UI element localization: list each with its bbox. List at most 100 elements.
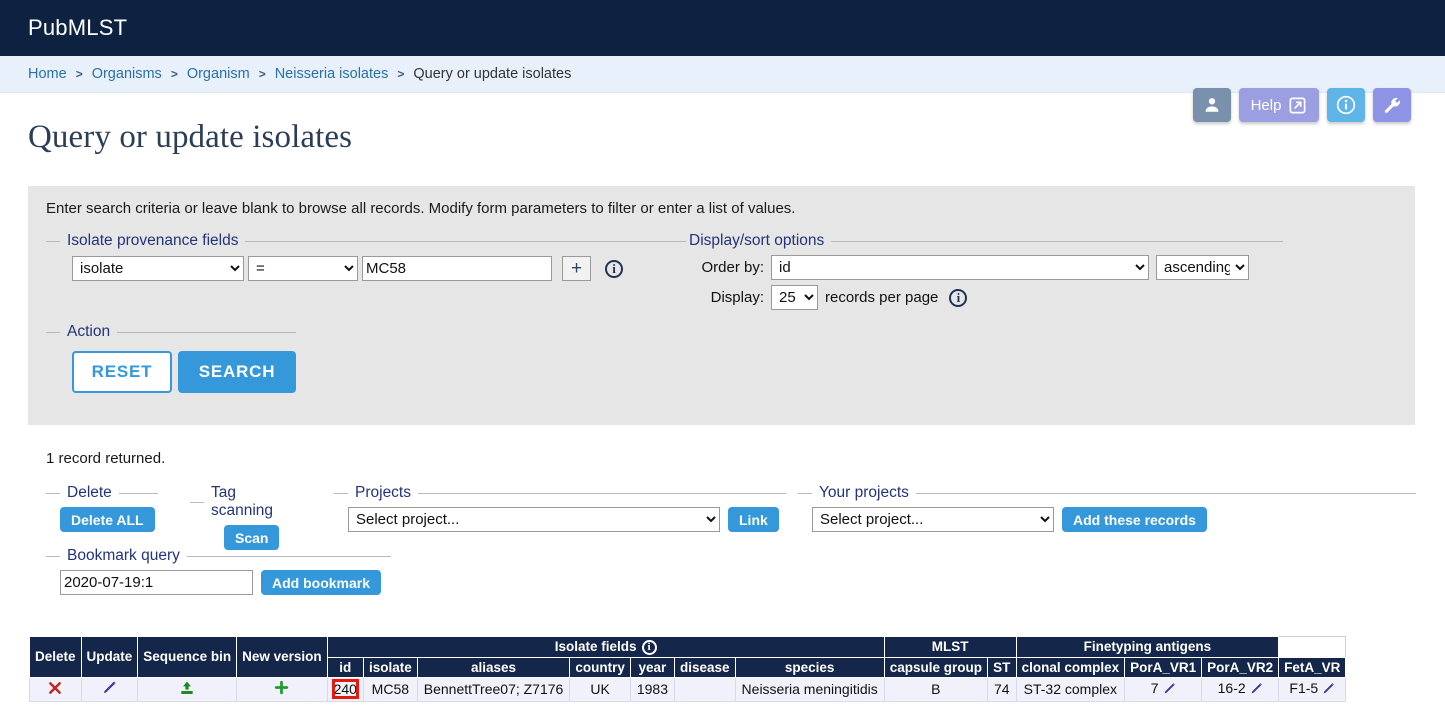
search-button[interactable]: SEARCH bbox=[178, 351, 296, 393]
your-projects-fieldset: Your projects Select project... Add thes… bbox=[798, 484, 1416, 532]
col-clonal-complex[interactable]: clonal complex bbox=[1015, 656, 1126, 678]
provenance-value-input[interactable] bbox=[362, 256, 552, 281]
breadcrumb-item-organisms[interactable]: Organisms bbox=[92, 66, 162, 82]
add-bookmark-button[interactable]: Add bookmark bbox=[261, 570, 382, 595]
site-brand[interactable]: PubMLST bbox=[28, 15, 127, 41]
provenance-field-select[interactable]: isolate bbox=[72, 256, 244, 281]
provenance-info-icon[interactable]: i bbox=[605, 259, 623, 278]
pencil-icon[interactable] bbox=[102, 681, 117, 698]
col-year[interactable]: year bbox=[629, 656, 676, 678]
red-cross-icon[interactable] bbox=[48, 682, 62, 698]
breadcrumb-item-neisseria-isolates[interactable]: Neisseria isolates bbox=[275, 66, 389, 82]
your-projects-row: Select project... Add these records bbox=[798, 502, 1416, 532]
user-account-button[interactable] bbox=[1193, 88, 1231, 122]
cell-id[interactable]: 240 bbox=[326, 676, 364, 702]
table-group-header-row: Delete Update Sequence bin New version I… bbox=[29, 636, 1346, 678]
records-returned-status: 1 record returned. bbox=[46, 450, 166, 467]
feta-vr-value: F1-5 bbox=[1289, 680, 1319, 697]
settings-button[interactable] bbox=[1373, 88, 1411, 122]
order-by-select[interactable]: id bbox=[771, 255, 1149, 280]
top-icon-strip: Help bbox=[1193, 88, 1411, 122]
group-header-finetyping-antigens: Finetyping antigens bbox=[1015, 636, 1280, 658]
action-legend: Action bbox=[67, 323, 111, 340]
isolate-provenance-fieldset: Isolate provenance fields isolate = + i bbox=[46, 232, 686, 281]
breadcrumb-separator: > bbox=[258, 67, 266, 81]
form-instructions: Enter search criteria or leave blank to … bbox=[46, 200, 796, 217]
breadcrumb-item-home[interactable]: Home bbox=[28, 66, 67, 82]
provenance-operator-select[interactable]: = bbox=[248, 256, 358, 281]
col-st[interactable]: ST bbox=[986, 656, 1017, 678]
tag-scanning-fieldset: Tag scanning Scan bbox=[190, 484, 302, 550]
site-header: PubMLST bbox=[0, 0, 1445, 56]
breadcrumb-item-current: Query or update isolates bbox=[413, 66, 572, 82]
col-disease[interactable]: disease bbox=[674, 656, 736, 678]
bookmark-row: Add bookmark bbox=[46, 565, 391, 595]
display-info-icon[interactable]: i bbox=[949, 288, 968, 307]
col-feta-vr[interactable]: FetA_VR bbox=[1278, 656, 1347, 678]
user-icon bbox=[1203, 96, 1221, 114]
your-project-select[interactable]: Select project... bbox=[812, 507, 1054, 532]
cell-update[interactable] bbox=[80, 676, 139, 702]
projects-legend: Projects bbox=[355, 484, 411, 501]
cell-sequence-bin[interactable] bbox=[137, 676, 238, 702]
link-project-button[interactable]: Link bbox=[728, 507, 779, 532]
delete-all-button[interactable]: Delete ALL bbox=[60, 507, 155, 532]
cell-pora-vr2: 16-2 bbox=[1201, 676, 1280, 702]
col-delete: Delete bbox=[29, 636, 82, 678]
delete-row: Delete ALL bbox=[46, 502, 158, 532]
pora-vr1-value: 7 bbox=[1150, 680, 1159, 697]
pencil-icon[interactable] bbox=[1322, 682, 1335, 698]
col-aliases[interactable]: aliases bbox=[416, 656, 571, 678]
col-id[interactable]: id bbox=[326, 656, 364, 678]
cell-capsule-group: B bbox=[883, 676, 988, 702]
project-select[interactable]: Select project... bbox=[348, 507, 720, 532]
upload-icon[interactable] bbox=[179, 681, 195, 699]
provenance-query-row: isolate = + i bbox=[46, 250, 686, 281]
sort-direction-select[interactable]: ascending bbox=[1156, 255, 1249, 280]
group-header-mlst: MLST bbox=[883, 636, 1017, 658]
cell-isolate: MC58 bbox=[362, 676, 418, 702]
bookmark-name-input[interactable] bbox=[60, 570, 253, 595]
cell-delete[interactable] bbox=[29, 676, 82, 702]
add-these-records-button[interactable]: Add these records bbox=[1062, 507, 1207, 532]
breadcrumb-separator: > bbox=[397, 67, 405, 81]
delete-fieldset: Delete Delete ALL bbox=[46, 484, 158, 532]
add-provenance-row-button[interactable]: + bbox=[562, 256, 591, 281]
green-plus-icon[interactable] bbox=[274, 681, 289, 698]
projects-row: Select project... Link bbox=[334, 502, 786, 532]
display-sort-legend: Display/sort options bbox=[689, 232, 825, 249]
isolate-fields-info-icon[interactable]: i bbox=[641, 639, 657, 655]
results-table: Delete Update Sequence bin New version I… bbox=[29, 636, 1347, 702]
isolate-provenance-legend: Isolate provenance fields bbox=[67, 232, 239, 249]
table-row: 240 MC58 BennettTree07; Z7176 UK 1983 Ne… bbox=[29, 676, 1347, 702]
cell-aliases: BennettTree07; Z7176 bbox=[416, 676, 571, 702]
records-per-page-select[interactable]: 25 bbox=[771, 285, 818, 310]
col-capsule-group[interactable]: capsule group bbox=[883, 656, 988, 678]
order-by-row: Order by: id ascending bbox=[668, 250, 1283, 280]
highlighted-id-link[interactable]: 240 bbox=[331, 679, 359, 700]
pencil-icon[interactable] bbox=[1250, 682, 1263, 698]
about-info-button[interactable] bbox=[1327, 88, 1365, 122]
breadcrumb-item-organism[interactable]: Organism bbox=[187, 66, 250, 82]
col-new-version: New version bbox=[236, 636, 328, 678]
info-icon bbox=[1336, 95, 1356, 115]
col-species[interactable]: species bbox=[734, 656, 885, 678]
col-isolate[interactable]: isolate bbox=[362, 656, 418, 678]
projects-fieldset: Projects Select project... Link bbox=[334, 484, 786, 532]
help-label: Help bbox=[1250, 96, 1282, 114]
plus-icon: + bbox=[570, 258, 583, 279]
col-pora-vr2[interactable]: PorA_VR2 bbox=[1201, 656, 1280, 678]
cell-new-version[interactable] bbox=[236, 676, 328, 702]
col-pora-vr1[interactable]: PorA_VR1 bbox=[1124, 656, 1203, 678]
bookmark-query-legend: Bookmark query bbox=[67, 547, 180, 564]
tag-scanning-row: Scan bbox=[190, 520, 302, 550]
col-country[interactable]: country bbox=[569, 656, 631, 678]
reset-button[interactable]: RESET bbox=[72, 351, 172, 393]
group-header-isolate-fields-label: Isolate fields bbox=[554, 639, 637, 654]
cell-pora-vr1: 7 bbox=[1124, 676, 1203, 702]
pencil-icon[interactable] bbox=[1163, 682, 1176, 698]
records-per-page-label: records per page bbox=[825, 289, 939, 306]
cell-country: UK bbox=[569, 676, 631, 702]
help-button[interactable]: Help bbox=[1239, 88, 1319, 122]
breadcrumb-separator: > bbox=[75, 67, 83, 81]
